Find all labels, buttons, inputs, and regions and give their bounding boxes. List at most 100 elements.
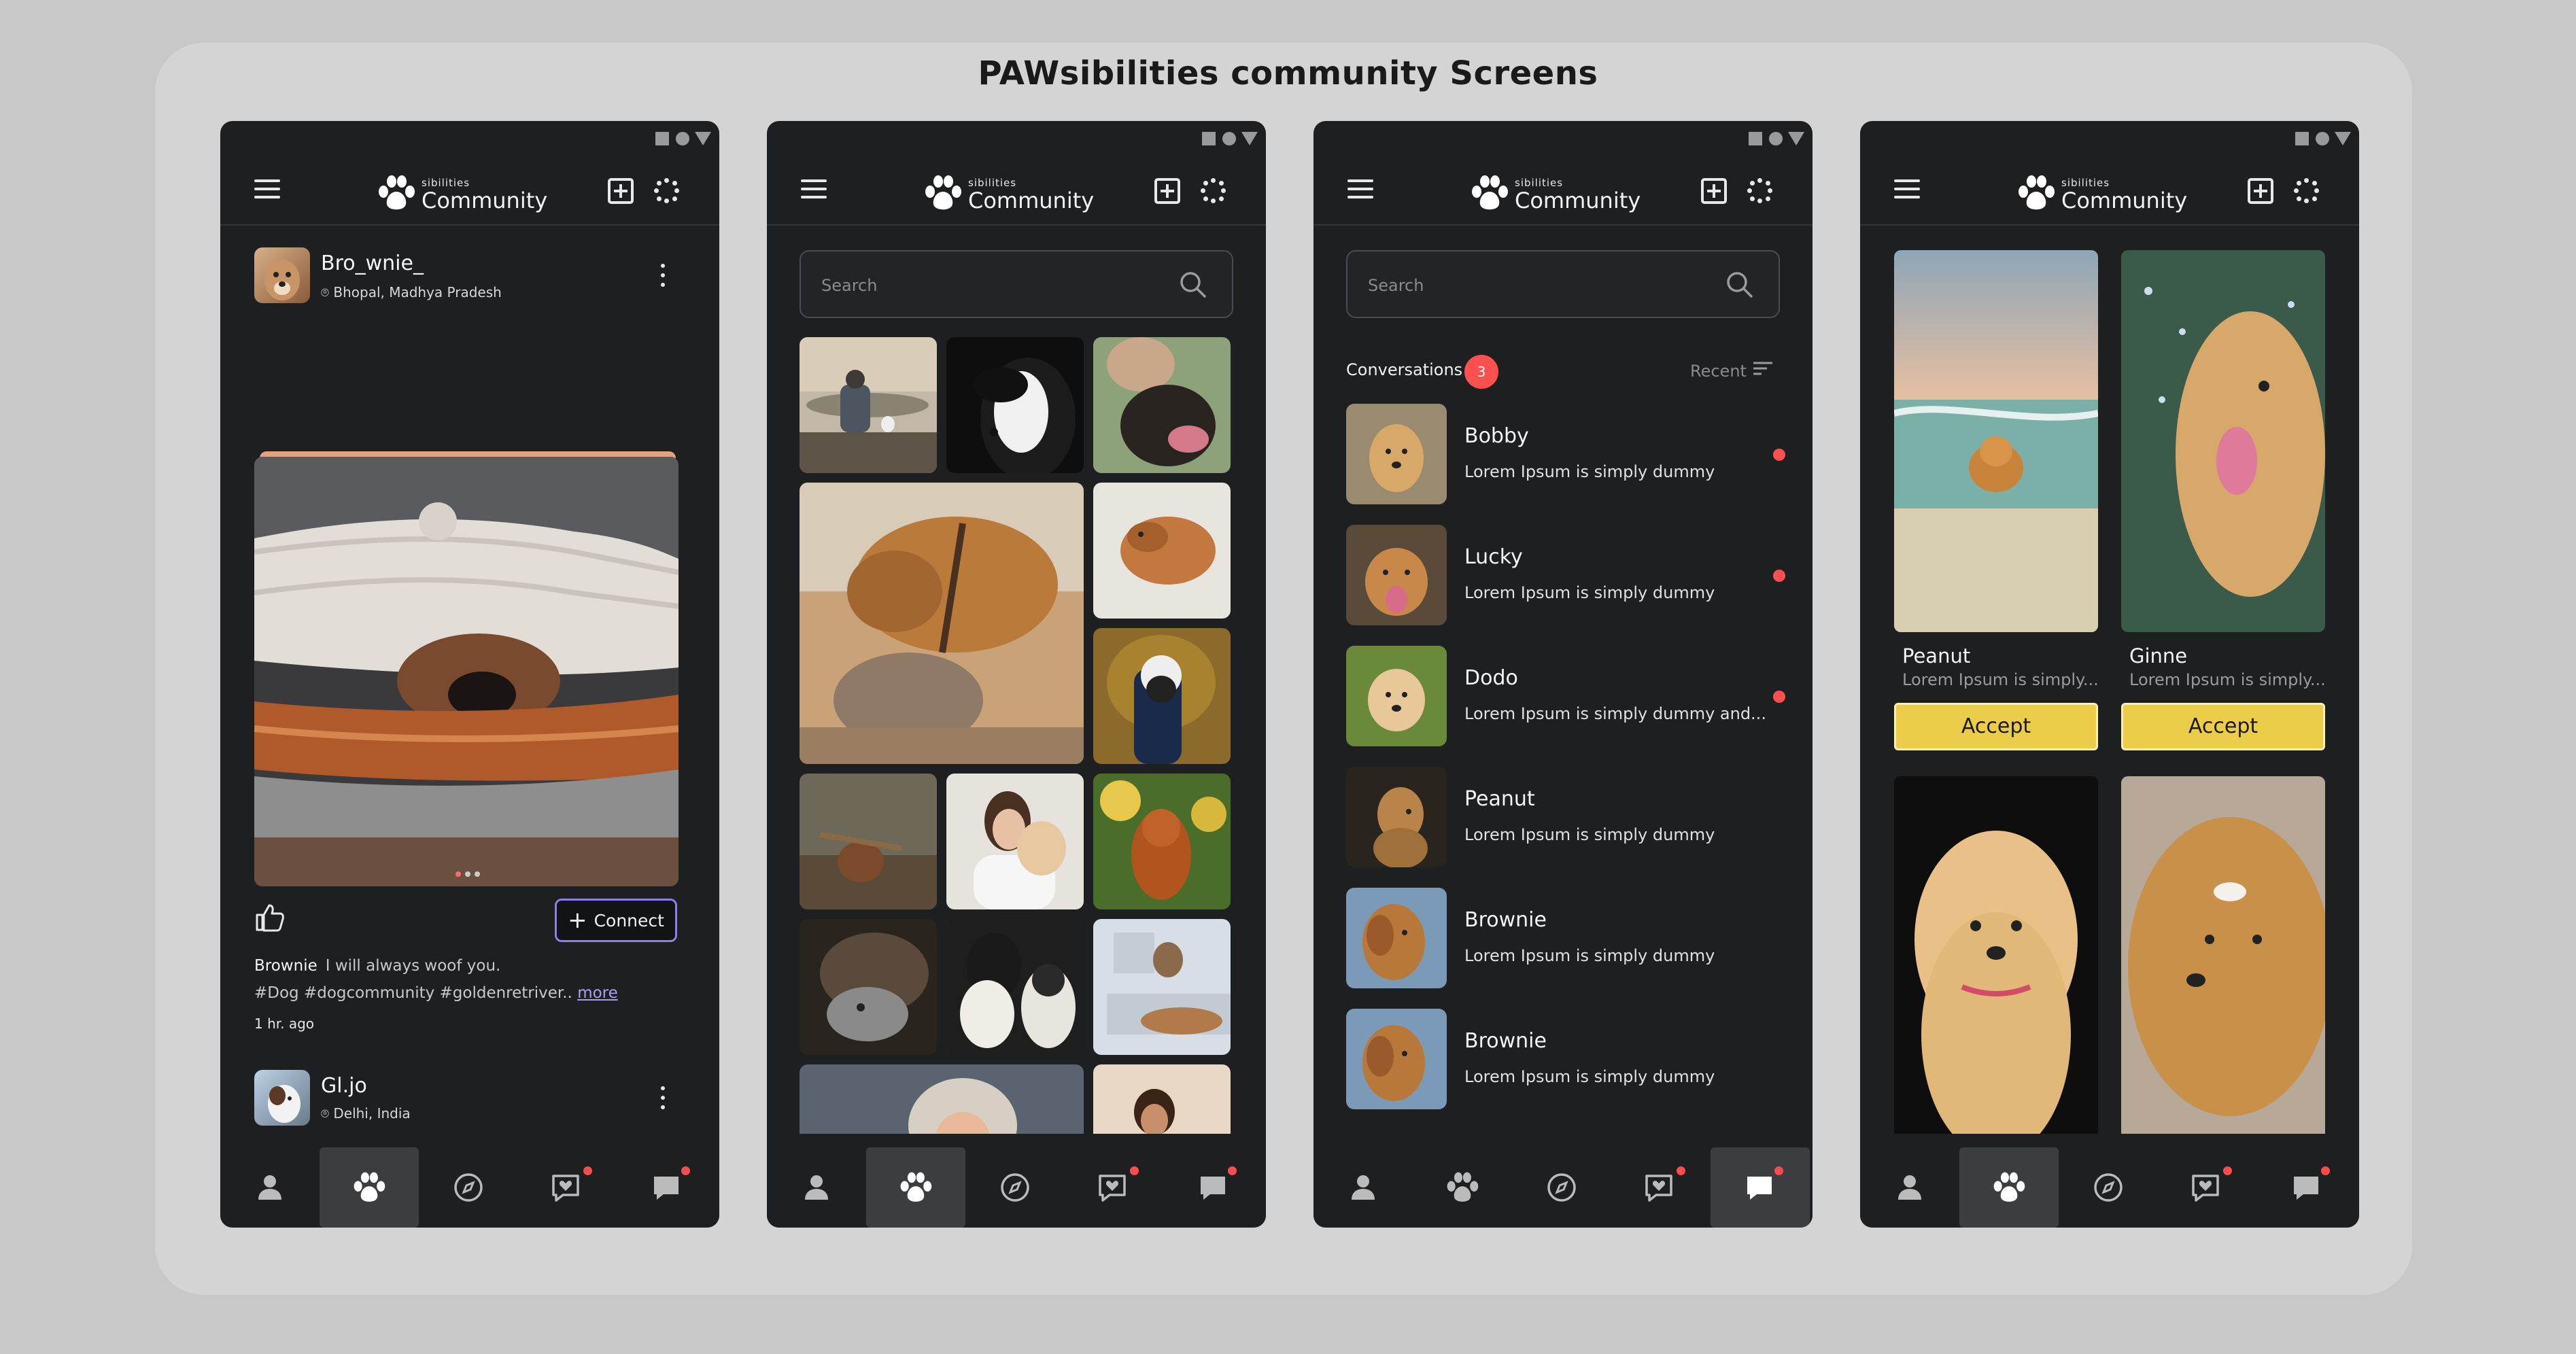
square-icon (1202, 132, 1216, 145)
profile-icon (1898, 1175, 1921, 1200)
phone-messages: sibilities Community Search Conversation… (1313, 121, 1813, 1228)
scan-icon[interactable] (1201, 178, 1226, 204)
paw-icon (1447, 1172, 1479, 1202)
add-post-icon[interactable] (1154, 178, 1180, 204)
conversation-item[interactable]: Bobby Lorem Ipsum is simply dummy (1346, 404, 1788, 506)
conversation-item[interactable]: Peanut Lorem Ipsum is simply dummy (1346, 767, 1788, 869)
scan-icon[interactable] (2294, 178, 2320, 204)
explore-content: Search (767, 227, 1266, 1134)
explore-photo[interactable] (1093, 919, 1231, 1055)
request-photo[interactable] (1894, 250, 2098, 632)
menu-icon[interactable] (1894, 179, 1920, 200)
post-username[interactable]: Gl.jo (321, 1074, 367, 1098)
logo-main-text: Community (2061, 188, 2188, 213)
nav-home[interactable] (320, 1147, 419, 1228)
menu-icon[interactable] (254, 179, 280, 200)
explore-photo[interactable] (800, 337, 937, 473)
triangle-icon (1241, 132, 1258, 145)
nav-profile[interactable] (1860, 1147, 1959, 1228)
nav-explore[interactable] (1512, 1147, 1611, 1228)
nav-requests[interactable] (1065, 1147, 1164, 1228)
nav-profile[interactable] (767, 1147, 866, 1228)
more-link[interactable]: more (577, 984, 618, 1002)
compass-icon (2094, 1173, 2123, 1202)
connect-button[interactable]: + Connect (555, 899, 677, 942)
like-icon[interactable] (254, 903, 286, 933)
chat-icon (1747, 1177, 1772, 1200)
explore-photo[interactable] (946, 919, 1084, 1055)
menu-icon[interactable] (801, 179, 827, 200)
explore-photo[interactable] (800, 483, 1084, 764)
nav-messages[interactable] (617, 1147, 717, 1228)
bottom-nav (220, 1147, 719, 1228)
nav-profile[interactable] (1313, 1147, 1413, 1228)
status-bar (1313, 121, 1813, 155)
nav-profile[interactable] (220, 1147, 320, 1228)
explore-photo[interactable] (1093, 628, 1231, 764)
explore-photo[interactable] (946, 774, 1084, 909)
nav-explore[interactable] (2059, 1147, 2158, 1228)
phone-explore: sibilities Community Search (767, 121, 1266, 1228)
request-description: Lorem Ipsum is simply... (1902, 670, 2099, 689)
conversation-item[interactable]: Lucky Lorem Ipsum is simply dummy (1346, 525, 1788, 627)
explore-photo[interactable] (1093, 774, 1231, 909)
search-placeholder: Search (1368, 276, 1424, 295)
search-input[interactable]: Search (1346, 250, 1780, 318)
chat-icon (654, 1177, 679, 1200)
request-photo[interactable] (2121, 776, 2325, 1134)
accept-button[interactable]: Accept (1894, 703, 2098, 750)
explore-photo[interactable] (800, 774, 937, 909)
avatar (1346, 525, 1447, 625)
chat-icon (2294, 1177, 2318, 1200)
avatar[interactable] (254, 1070, 310, 1126)
nav-requests[interactable] (1611, 1147, 1711, 1228)
notification-dot (2223, 1166, 2232, 1175)
nav-home[interactable] (1959, 1147, 2059, 1228)
page-title: PAWsibilities community Screens (978, 54, 1598, 92)
post-hashtags: #Dog #dogcommunity #goldenretriver.. mor… (254, 984, 618, 1002)
explore-photo[interactable] (1093, 1064, 1231, 1134)
more-options-icon[interactable] (661, 264, 666, 288)
add-post-icon[interactable] (2248, 178, 2273, 204)
conversation-name: Brownie (1464, 1029, 1547, 1053)
logo-main-text: Community (968, 188, 1095, 213)
search-input[interactable]: Search (800, 250, 1233, 318)
nav-explore[interactable] (965, 1147, 1065, 1228)
plus-icon: + (568, 907, 587, 934)
notification-dot (1130, 1166, 1139, 1175)
conversation-item[interactable]: Brownie Lorem Ipsum is simply dummy (1346, 1009, 1788, 1111)
post-photo[interactable] (254, 457, 679, 886)
nav-home[interactable] (866, 1147, 965, 1228)
profile-icon (258, 1175, 281, 1200)
nav-messages[interactable] (2257, 1147, 2356, 1228)
circle-icon (1222, 132, 1236, 145)
conversation-item[interactable]: Brownie Lorem Ipsum is simply dummy (1346, 888, 1788, 990)
explore-photo[interactable] (946, 337, 1084, 473)
explore-photo[interactable] (1093, 337, 1231, 473)
request-photo[interactable] (1894, 776, 2098, 1134)
app-logo: sibilities Community (2016, 173, 2193, 213)
add-post-icon[interactable] (608, 178, 634, 204)
menu-icon[interactable] (1347, 179, 1373, 200)
add-post-icon[interactable] (1701, 178, 1727, 204)
avatar[interactable] (254, 247, 310, 303)
circle-icon (676, 132, 689, 145)
conversation-item[interactable]: Dodo Lorem Ipsum is simply dummy and... (1346, 646, 1788, 748)
nav-explore[interactable] (419, 1147, 518, 1228)
sort-recent[interactable]: Recent (1690, 360, 1774, 381)
explore-photo[interactable] (1093, 483, 1231, 619)
nav-requests[interactable] (2158, 1147, 2257, 1228)
circle-icon (1769, 132, 1783, 145)
nav-requests[interactable] (518, 1147, 617, 1228)
nav-home[interactable] (1413, 1147, 1512, 1228)
nav-messages[interactable] (1711, 1147, 1810, 1228)
scan-icon[interactable] (654, 178, 680, 204)
post-username[interactable]: Bro_wnie_ (321, 251, 424, 275)
request-photo[interactable] (2121, 250, 2325, 632)
nav-messages[interactable] (1164, 1147, 1263, 1228)
explore-photo[interactable] (800, 1064, 1084, 1134)
accept-button[interactable]: Accept (2121, 703, 2325, 750)
scan-icon[interactable] (1747, 178, 1773, 204)
explore-photo[interactable] (800, 919, 937, 1055)
more-options-icon[interactable] (661, 1086, 666, 1111)
